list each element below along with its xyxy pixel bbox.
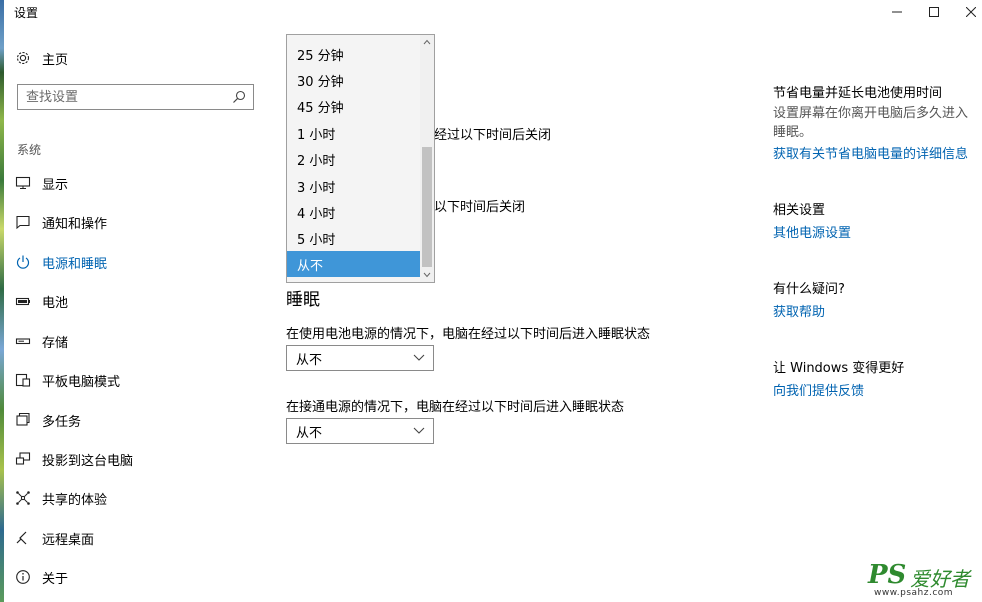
sleep-battery-label: 在使用电池电源的情况下，电脑在经过以下时间后进入睡眠状态 [286,327,651,342]
close-icon [966,7,976,17]
dropdown-option[interactable]: 1 小时 [287,120,421,146]
dropdown-option[interactable]: 2 小时 [287,146,421,172]
sidebar-item-power-sleep[interactable]: 电源和睡眠 [14,250,264,274]
search-icon[interactable] [230,88,248,106]
sidebar-item-label: 电池 [42,295,69,311]
sidebar-item-label: 通知和操作 [42,216,108,232]
dropdown-option[interactable]: 4 小时 [287,199,421,225]
sidebar-item-label: 远程桌面 [42,532,95,548]
sidebar-item-remote-desktop[interactable]: 远程桌面 [14,526,264,550]
minimize-icon [892,11,902,13]
title-bar: 设置 [0,0,982,24]
screen-plugged-label: 以下时间后关闭 [434,200,526,215]
screen-battery-label: 经过以下时间后关闭 [434,128,552,143]
sidebar-item-storage[interactable]: 存储 [14,329,264,353]
dropdown-scrollbar[interactable] [420,35,434,282]
watermark-url: www.psahz.com [874,588,954,598]
gear-icon [14,49,32,67]
sidebar-item-label: 电源和睡眠 [42,256,108,272]
section-label-system: 系统 [17,143,42,157]
sleep-battery-value: 从不 [296,352,323,368]
tablet-icon [14,371,32,389]
watermark-logo: PS 爱好者 www.psahz.com [868,560,978,598]
sleep-plugged-value: 从不 [296,425,323,441]
sleep-heading: 睡眠 [286,290,320,310]
dropdown-option[interactable]: 25 分钟 [287,41,421,67]
desktop-background-strip [0,0,4,602]
sidebar-item-notifications[interactable]: 通知和操作 [14,210,264,234]
maximize-button[interactable] [915,0,953,24]
other-power-settings-link[interactable]: 其他电源设置 [773,222,851,241]
question-title: 有什么疑问? [773,282,845,297]
sidebar-item-label: 多任务 [42,414,82,430]
sidebar-item-label: 投影到这台电脑 [42,453,134,469]
scroll-down-icon[interactable] [420,268,434,282]
sidebar-home-label: 主页 [42,52,69,68]
search-field[interactable] [17,84,254,110]
sidebar-item-display[interactable]: 显示 [14,171,264,195]
watermark-ps: PS [868,560,907,590]
sidebar-home[interactable]: 主页 [14,46,68,70]
maximize-icon [929,7,939,17]
remote-icon [14,529,32,547]
feedback-link[interactable]: 向我们提供反馈 [773,380,864,399]
multitask-icon [14,411,32,429]
scroll-up-icon[interactable] [420,35,434,49]
related-settings-title: 相关设置 [773,203,826,218]
chevron-down-icon [412,423,426,441]
project-icon [14,450,32,468]
info-icon [14,568,32,586]
dropdown-option[interactable]: 30 分钟 [287,67,421,93]
sidebar-item-shared-experiences[interactable]: 共享的体验 [14,486,264,510]
sleep-plugged-select[interactable]: 从不 [286,418,434,444]
dropdown-option[interactable]: 45 分钟 [287,93,421,119]
share-icon [14,489,32,507]
dropdown-option-selected[interactable]: 从不 [287,251,421,277]
chevron-down-icon [412,350,426,368]
dropdown-option[interactable]: 3 小时 [287,173,421,199]
sidebar-item-label: 存储 [42,335,69,351]
timeout-dropdown-list[interactable]: 25 分钟 30 分钟 45 分钟 1 小时 2 小时 3 小时 4 小时 5 … [286,34,435,283]
sidebar-item-label: 共享的体验 [42,492,108,508]
sidebar-item-multitasking[interactable]: 多任务 [14,408,264,432]
search-input[interactable] [18,85,218,109]
tip-description: 设置屏幕在你离开电脑后多久进入睡眠。 [773,106,969,140]
scrollbar-thumb[interactable] [422,147,432,267]
tip-title: 节省电量并延长电池使用时间 [773,86,943,101]
notification-icon [14,213,32,231]
dropdown-option[interactable]: 5 小时 [287,225,421,251]
sidebar-item-tablet-mode[interactable]: 平板电脑模式 [14,368,264,392]
sidebar-item-label: 平板电脑模式 [42,374,121,390]
power-icon [14,253,32,271]
window-title: 设置 [14,6,39,20]
sleep-plugged-label: 在接通电源的情况下，电脑在经过以下时间后进入睡眠状态 [286,400,625,415]
monitor-icon [14,174,32,192]
sleep-battery-select[interactable]: 从不 [286,345,434,371]
improve-windows-title: 让 Windows 变得更好 [773,361,905,376]
storage-icon [14,332,32,350]
close-button[interactable] [952,0,982,24]
tip-link[interactable]: 获取有关节省电脑电量的详细信息 [773,143,968,162]
sidebar-item-battery[interactable]: 电池 [14,289,264,313]
sidebar-item-label: 显示 [42,177,69,193]
battery-icon [14,292,32,310]
sidebar-item-about[interactable]: 关于 [14,565,264,589]
sidebar-item-label: 关于 [42,571,69,587]
sidebar-item-project[interactable]: 投影到这台电脑 [14,447,264,471]
get-help-link[interactable]: 获取帮助 [773,301,825,320]
minimize-button[interactable] [878,0,916,24]
